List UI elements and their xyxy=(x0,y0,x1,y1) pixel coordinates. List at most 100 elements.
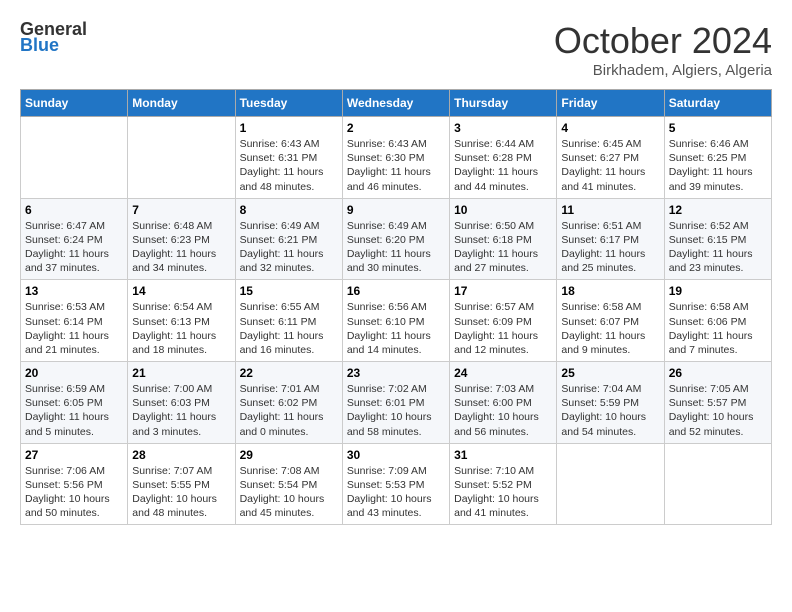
day-number: 28 xyxy=(132,448,230,462)
day-cell: 9 Sunrise: 6:49 AM Sunset: 6:20 PM Daylig… xyxy=(342,198,449,280)
day-cell xyxy=(664,443,771,525)
day-cell: 27 Sunrise: 7:06 AM Sunset: 5:56 PM Dayli… xyxy=(21,443,128,525)
day-number: 1 xyxy=(240,121,338,135)
day-number: 2 xyxy=(347,121,445,135)
col-header-monday: Monday xyxy=(128,90,235,117)
day-cell: 24 Sunrise: 7:03 AM Sunset: 6:00 PM Dayli… xyxy=(450,362,557,444)
day-number: 6 xyxy=(25,203,123,217)
day-info: Sunrise: 7:10 AM Sunset: 5:52 PM Dayligh… xyxy=(454,464,552,521)
day-cell: 28 Sunrise: 7:07 AM Sunset: 5:55 PM Dayli… xyxy=(128,443,235,525)
col-header-tuesday: Tuesday xyxy=(235,90,342,117)
col-header-wednesday: Wednesday xyxy=(342,90,449,117)
day-cell: 1 Sunrise: 6:43 AM Sunset: 6:31 PM Daylig… xyxy=(235,117,342,199)
day-info: Sunrise: 6:58 AM Sunset: 6:06 PM Dayligh… xyxy=(669,300,767,357)
day-number: 29 xyxy=(240,448,338,462)
day-info: Sunrise: 7:05 AM Sunset: 5:57 PM Dayligh… xyxy=(669,382,767,439)
calendar-table: SundayMondayTuesdayWednesdayThursdayFrid… xyxy=(20,89,772,525)
day-info: Sunrise: 6:58 AM Sunset: 6:07 PM Dayligh… xyxy=(561,300,659,357)
day-cell: 22Sunrise: 7:01 AM Sunset: 6:02 PM Dayli… xyxy=(235,362,342,444)
col-header-sunday: Sunday xyxy=(21,90,128,117)
day-number: 30 xyxy=(347,448,445,462)
day-cell: 3 Sunrise: 6:44 AM Sunset: 6:28 PM Daylig… xyxy=(450,117,557,199)
day-cell: 17 Sunrise: 6:57 AM Sunset: 6:09 PM Dayli… xyxy=(450,280,557,362)
day-number: 12 xyxy=(669,203,767,217)
day-number: 24 xyxy=(454,366,552,380)
day-cell: 31 Sunrise: 7:10 AM Sunset: 5:52 PM Dayli… xyxy=(450,443,557,525)
logo: General Blue xyxy=(20,20,87,56)
day-number: 27 xyxy=(25,448,123,462)
day-number: 5 xyxy=(669,121,767,135)
day-cell: 2Sunrise: 6:43 AM Sunset: 6:30 PM Daylig… xyxy=(342,117,449,199)
day-cell: 26 Sunrise: 7:05 AM Sunset: 5:57 PM Dayli… xyxy=(664,362,771,444)
day-cell: 5Sunrise: 6:46 AM Sunset: 6:25 PM Daylig… xyxy=(664,117,771,199)
day-info: Sunrise: 6:54 AM Sunset: 6:13 PM Dayligh… xyxy=(132,300,230,357)
week-row-3: 13 Sunrise: 6:53 AM Sunset: 6:14 PM Dayli… xyxy=(21,280,772,362)
day-cell: 29 Sunrise: 7:08 AM Sunset: 5:54 PM Dayli… xyxy=(235,443,342,525)
col-header-friday: Friday xyxy=(557,90,664,117)
day-cell: 30Sunrise: 7:09 AM Sunset: 5:53 PM Dayli… xyxy=(342,443,449,525)
day-cell: 6 Sunrise: 6:47 AM Sunset: 6:24 PM Daylig… xyxy=(21,198,128,280)
day-info: Sunrise: 7:03 AM Sunset: 6:00 PM Dayligh… xyxy=(454,382,552,439)
day-info: Sunrise: 6:45 AM Sunset: 6:27 PM Dayligh… xyxy=(561,137,659,194)
day-number: 13 xyxy=(25,284,123,298)
day-info: Sunrise: 7:06 AM Sunset: 5:56 PM Dayligh… xyxy=(25,464,123,521)
page-header: General Blue October 2024 Birkhadem, Alg… xyxy=(20,20,772,79)
day-cell: 23Sunrise: 7:02 AM Sunset: 6:01 PM Dayli… xyxy=(342,362,449,444)
day-cell: 19 Sunrise: 6:58 AM Sunset: 6:06 PM Dayli… xyxy=(664,280,771,362)
day-info: Sunrise: 7:00 AM Sunset: 6:03 PM Dayligh… xyxy=(132,382,230,439)
day-number: 31 xyxy=(454,448,552,462)
day-info: Sunrise: 6:51 AM Sunset: 6:17 PM Dayligh… xyxy=(561,219,659,276)
col-header-saturday: Saturday xyxy=(664,90,771,117)
title-area: October 2024 Birkhadem, Algiers, Algeria xyxy=(554,20,772,79)
day-number: 17 xyxy=(454,284,552,298)
col-header-thursday: Thursday xyxy=(450,90,557,117)
day-info: Sunrise: 6:44 AM Sunset: 6:28 PM Dayligh… xyxy=(454,137,552,194)
day-number: 9 xyxy=(347,203,445,217)
day-cell: 7 Sunrise: 6:48 AM Sunset: 6:23 PM Daylig… xyxy=(128,198,235,280)
week-row-2: 6 Sunrise: 6:47 AM Sunset: 6:24 PM Daylig… xyxy=(21,198,772,280)
logo-blue-text: Blue xyxy=(20,36,87,56)
day-cell: 21 Sunrise: 7:00 AM Sunset: 6:03 PM Dayli… xyxy=(128,362,235,444)
day-cell: 12 Sunrise: 6:52 AM Sunset: 6:15 PM Dayli… xyxy=(664,198,771,280)
day-cell: 10Sunrise: 6:50 AM Sunset: 6:18 PM Dayli… xyxy=(450,198,557,280)
day-number: 25 xyxy=(561,366,659,380)
month-title: October 2024 xyxy=(554,20,772,62)
day-info: Sunrise: 7:08 AM Sunset: 5:54 PM Dayligh… xyxy=(240,464,338,521)
day-number: 4 xyxy=(561,121,659,135)
day-info: Sunrise: 7:01 AM Sunset: 6:02 PM Dayligh… xyxy=(240,382,338,439)
day-info: Sunrise: 7:02 AM Sunset: 6:01 PM Dayligh… xyxy=(347,382,445,439)
day-number: 11 xyxy=(561,203,659,217)
day-info: Sunrise: 6:53 AM Sunset: 6:14 PM Dayligh… xyxy=(25,300,123,357)
day-cell: 8 Sunrise: 6:49 AM Sunset: 6:21 PM Daylig… xyxy=(235,198,342,280)
day-number: 20 xyxy=(25,366,123,380)
day-info: Sunrise: 6:52 AM Sunset: 6:15 PM Dayligh… xyxy=(669,219,767,276)
day-number: 8 xyxy=(240,203,338,217)
day-info: Sunrise: 6:48 AM Sunset: 6:23 PM Dayligh… xyxy=(132,219,230,276)
day-info: Sunrise: 6:50 AM Sunset: 6:18 PM Dayligh… xyxy=(454,219,552,276)
day-info: Sunrise: 7:04 AM Sunset: 5:59 PM Dayligh… xyxy=(561,382,659,439)
day-info: Sunrise: 6:57 AM Sunset: 6:09 PM Dayligh… xyxy=(454,300,552,357)
day-number: 16 xyxy=(347,284,445,298)
day-cell: 15Sunrise: 6:55 AM Sunset: 6:11 PM Dayli… xyxy=(235,280,342,362)
day-number: 7 xyxy=(132,203,230,217)
day-number: 14 xyxy=(132,284,230,298)
day-cell: 18Sunrise: 6:58 AM Sunset: 6:07 PM Dayli… xyxy=(557,280,664,362)
day-info: Sunrise: 6:55 AM Sunset: 6:11 PM Dayligh… xyxy=(240,300,338,357)
day-cell xyxy=(21,117,128,199)
day-cell: 25 Sunrise: 7:04 AM Sunset: 5:59 PM Dayli… xyxy=(557,362,664,444)
day-info: Sunrise: 6:43 AM Sunset: 6:31 PM Dayligh… xyxy=(240,137,338,194)
day-info: Sunrise: 6:47 AM Sunset: 6:24 PM Dayligh… xyxy=(25,219,123,276)
day-info: Sunrise: 6:56 AM Sunset: 6:10 PM Dayligh… xyxy=(347,300,445,357)
week-row-1: 1 Sunrise: 6:43 AM Sunset: 6:31 PM Daylig… xyxy=(21,117,772,199)
day-number: 21 xyxy=(132,366,230,380)
day-number: 26 xyxy=(669,366,767,380)
day-info: Sunrise: 6:49 AM Sunset: 6:20 PM Dayligh… xyxy=(347,219,445,276)
day-info: Sunrise: 6:49 AM Sunset: 6:21 PM Dayligh… xyxy=(240,219,338,276)
day-cell: 20Sunrise: 6:59 AM Sunset: 6:05 PM Dayli… xyxy=(21,362,128,444)
header-row: SundayMondayTuesdayWednesdayThursdayFrid… xyxy=(21,90,772,117)
day-cell xyxy=(557,443,664,525)
day-number: 3 xyxy=(454,121,552,135)
day-info: Sunrise: 7:07 AM Sunset: 5:55 PM Dayligh… xyxy=(132,464,230,521)
day-cell: 13 Sunrise: 6:53 AM Sunset: 6:14 PM Dayli… xyxy=(21,280,128,362)
day-number: 19 xyxy=(669,284,767,298)
